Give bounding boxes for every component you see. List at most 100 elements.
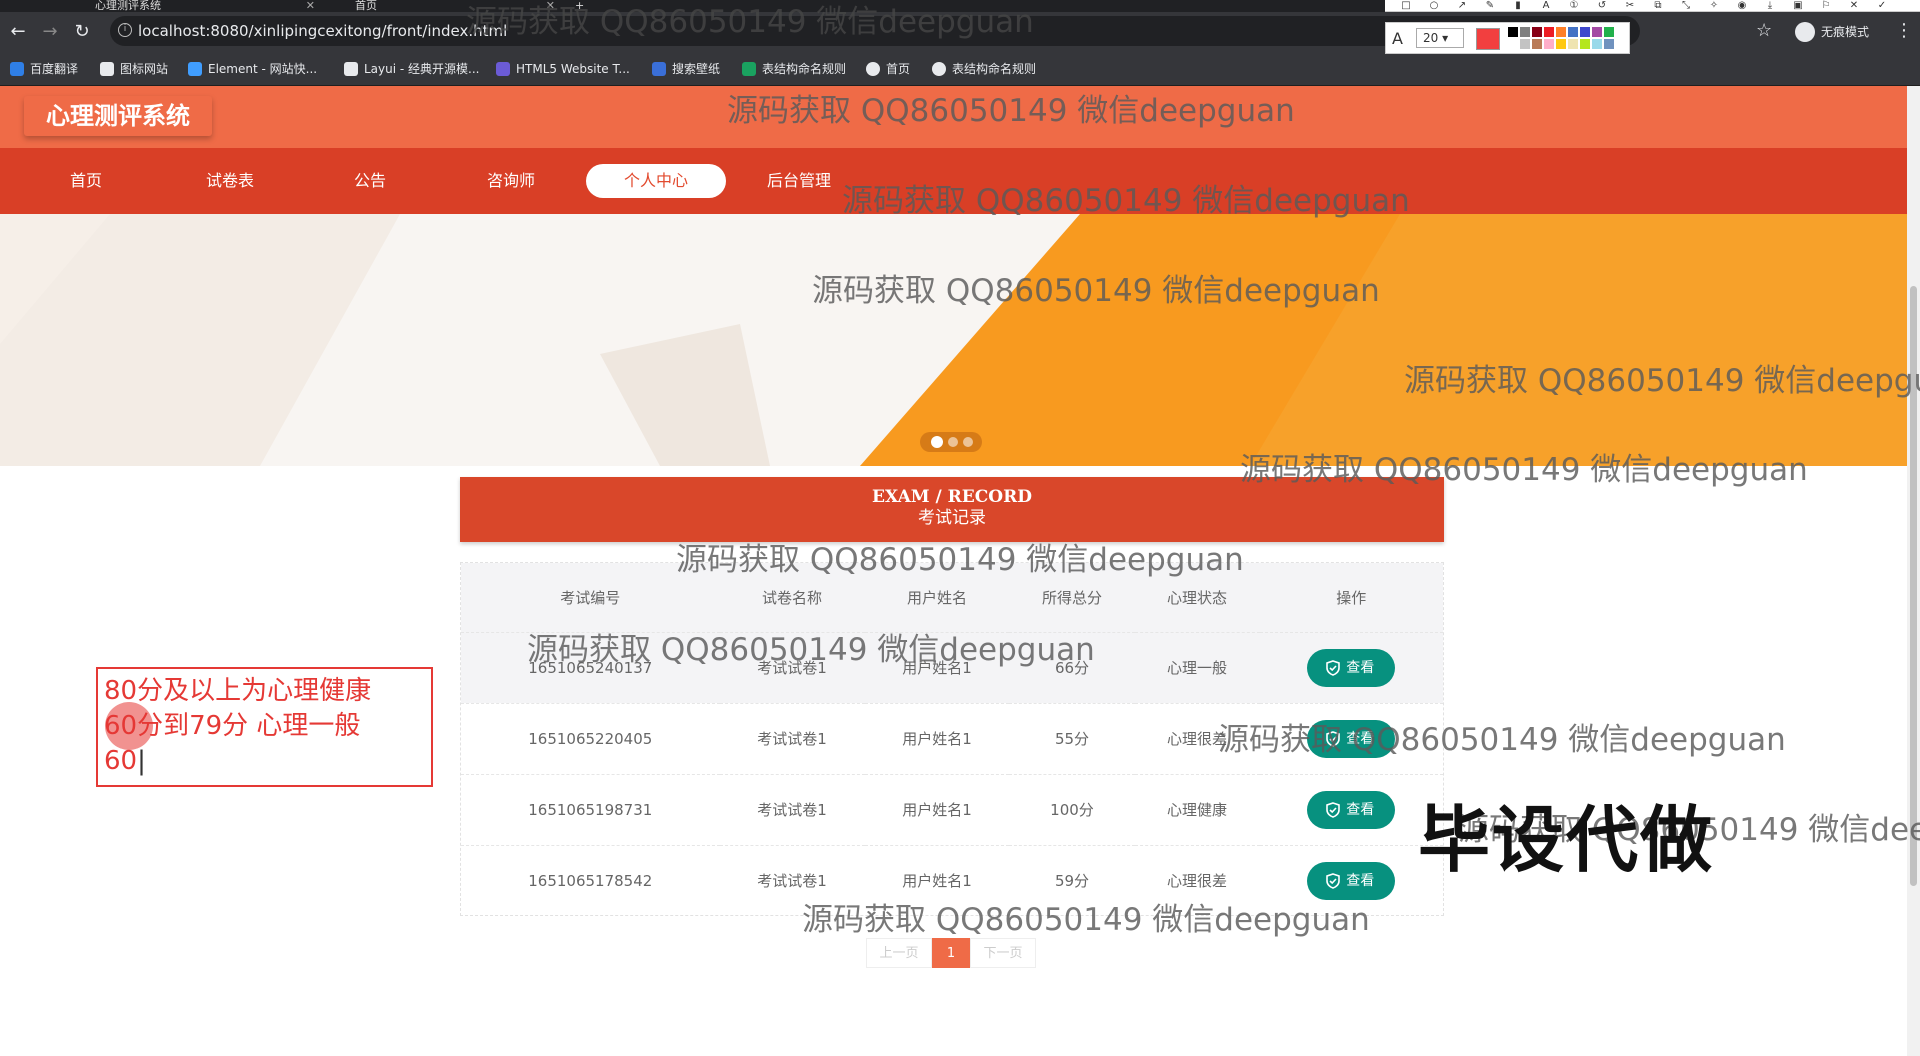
color-swatch[interactable] (1568, 27, 1578, 37)
color-swatch[interactable] (1580, 39, 1590, 49)
copy-icon[interactable]: ⧉ (1652, 0, 1664, 12)
cell-user-name: 用户姓名1 (864, 702, 1010, 774)
pen-tool-icon[interactable]: ✎ (1484, 0, 1496, 12)
color-swatch[interactable] (1544, 39, 1554, 49)
browser-menu-icon[interactable]: ⋮ (1895, 20, 1913, 41)
undo-icon[interactable]: ↺ (1596, 0, 1608, 12)
carousel-dot[interactable] (948, 437, 958, 447)
color-swatch[interactable] (1580, 27, 1590, 37)
confirm-icon[interactable]: ✓ (1876, 0, 1888, 12)
incognito-indicator[interactable]: 无痕模式 (1795, 20, 1869, 44)
forward-icon[interactable]: → (40, 22, 60, 42)
color-swatch[interactable] (1544, 27, 1554, 37)
cell-score: 55分 (1009, 702, 1135, 774)
font-size-select[interactable]: 20 ▾ (1416, 28, 1464, 48)
watermark-text: 源码获取 QQ86050149 微信deepguan (842, 183, 1410, 219)
color-swatch[interactable] (1568, 39, 1578, 49)
nav-item-notice[interactable]: 公告 (300, 164, 440, 198)
view-button[interactable]: 查看 (1307, 861, 1396, 900)
prev-page-button[interactable]: 上一页 (866, 938, 932, 968)
back-icon[interactable]: ← (8, 22, 28, 42)
view-button[interactable]: 查看 (1307, 648, 1396, 687)
bookmark-item[interactable]: 百度翻译 (10, 60, 78, 78)
color-swatch[interactable] (1592, 27, 1602, 37)
bookmarks-bar: 百度翻译 图标网站 Element - 网站快... Layui - 经典开源模… (0, 52, 1920, 86)
nav-item-papers[interactable]: 试卷表 (160, 164, 300, 198)
save-icon[interactable]: ▣ (1792, 0, 1804, 12)
color-swatch[interactable] (1520, 27, 1530, 37)
cell-state: 心理健康 (1134, 773, 1260, 845)
close-tab-icon[interactable]: ✕ (306, 0, 315, 12)
watermark-text: 源码获取 QQ86050149 微信deepguan (676, 542, 1244, 578)
table-row: 1651065198731 考试试卷1 用户姓名1 100分 心理健康 查看 (461, 773, 1443, 845)
color-swatch[interactable] (1520, 39, 1530, 49)
bookmark-item[interactable]: 搜索壁纸 (652, 60, 720, 78)
nav-item-counselor[interactable]: 咨询师 (441, 164, 581, 198)
cell-exam-id: 1651065220405 (461, 702, 720, 774)
bookmark-item[interactable]: 图标网站 (100, 60, 168, 78)
flag-icon[interactable]: ⚐ (1820, 0, 1832, 12)
cell-user-name: 用户姓名1 (864, 773, 1010, 845)
site-logo[interactable]: 心理测评系统 (24, 96, 212, 136)
color-swatch[interactable] (1592, 39, 1602, 49)
cell-exam-id: 1651065178542 (461, 844, 720, 916)
text-tool-icon[interactable]: A (1540, 0, 1552, 12)
section-title-cn: 考试记录 (918, 508, 986, 528)
cut-icon[interactable]: ✂ (1624, 0, 1636, 12)
reload-icon[interactable]: ↻ (72, 22, 92, 42)
info-icon[interactable]: i (118, 23, 132, 37)
number-tool-icon[interactable]: ① (1568, 0, 1580, 12)
color-swatch[interactable] (1604, 27, 1614, 37)
next-page-button[interactable]: 下一页 (970, 938, 1036, 968)
color-swatch[interactable] (1556, 39, 1566, 49)
record-icon[interactable]: ◉ (1736, 0, 1748, 12)
bookmark-favicon-icon (652, 62, 666, 76)
carousel-dot[interactable] (931, 436, 943, 448)
close-icon[interactable]: ✕ (1848, 0, 1860, 12)
bookmark-item[interactable]: HTML5 Website T... (496, 60, 630, 78)
view-button[interactable]: 查看 (1307, 790, 1396, 829)
color-swatch[interactable] (1508, 39, 1518, 49)
watermark-text: 源码获取 QQ86050149 微信deepguan (1218, 722, 1786, 758)
color-swatch[interactable] (1604, 39, 1614, 49)
browser-tab[interactable]: 心理测评系统 ✕ (95, 0, 315, 12)
annotation-style-panel: A 20 ▾ (1385, 22, 1630, 54)
resize-icon[interactable]: ⤡ (1680, 0, 1692, 12)
bookmark-favicon-icon (866, 62, 880, 76)
nav-item-home[interactable]: 首页 (16, 164, 156, 198)
page-scrollbar[interactable] (1907, 86, 1920, 1056)
bookmark-favicon-icon (100, 62, 114, 76)
current-color-swatch[interactable] (1476, 28, 1500, 50)
bookmark-item[interactable]: Element - 网站快... (188, 60, 317, 78)
cell-paper-name: 考试试卷1 (719, 702, 865, 774)
color-swatch[interactable] (1556, 27, 1566, 37)
arrow-tool-icon[interactable]: ↗ (1456, 0, 1468, 12)
download-icon[interactable]: ⤓ (1764, 0, 1776, 12)
bookmark-item[interactable]: 首页 (866, 60, 910, 78)
shield-check-icon (1326, 659, 1341, 676)
pin-icon[interactable]: ✧ (1708, 0, 1720, 12)
banner-carousel[interactable] (0, 214, 1907, 466)
incognito-icon (1795, 22, 1815, 42)
watermark-text: 源码获取 QQ86050149 微信deepguan (1240, 452, 1808, 488)
nav-item-personal-center[interactable]: 个人中心 (586, 164, 726, 198)
bookmark-favicon-icon (742, 62, 756, 76)
rect-tool-icon[interactable]: □ (1400, 0, 1412, 12)
bookmark-item[interactable]: Layui - 经典开源模... (344, 60, 479, 78)
marker-tool-icon[interactable]: ▮ (1512, 0, 1524, 12)
color-swatch[interactable] (1508, 27, 1518, 37)
page-number-button[interactable]: 1 (932, 938, 970, 968)
bookmark-item[interactable]: 表结构命名规则 (742, 60, 846, 78)
bookmark-favicon-icon (932, 62, 946, 76)
banner-image (0, 214, 1907, 466)
watermark-stamp: 毕设代做 (1418, 798, 1715, 882)
carousel-dot[interactable] (963, 437, 973, 447)
watermark-text: 源码获取 QQ86050149 微信deepguan (727, 93, 1295, 129)
bookmark-item[interactable]: 表结构命名规则 (932, 60, 1036, 78)
watermark-text: 源码获取 QQ86050149 微信deepguan (527, 632, 1095, 668)
color-swatch[interactable] (1532, 39, 1542, 49)
ellipse-tool-icon[interactable]: ○ (1428, 0, 1440, 12)
color-swatch[interactable] (1532, 27, 1542, 37)
bookmark-star-icon[interactable]: ☆ (1756, 20, 1772, 41)
note-line: 60| (104, 746, 146, 776)
